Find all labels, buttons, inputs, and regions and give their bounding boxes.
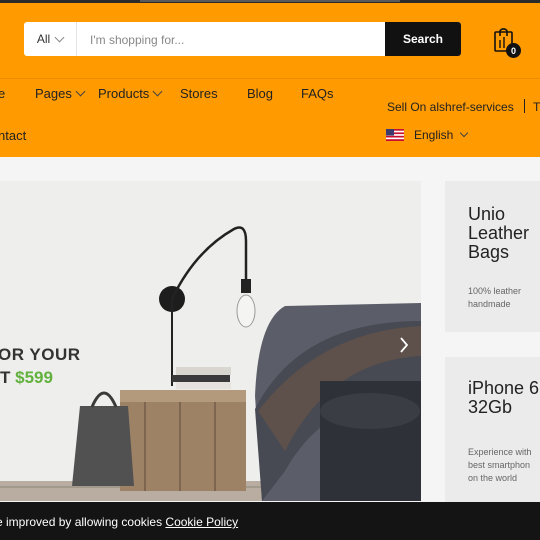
nav-item-partial[interactable]: e <box>0 86 5 101</box>
chevron-down-icon <box>460 128 469 138</box>
nav-item-blog[interactable]: Blog <box>247 86 273 101</box>
nav-item-label: Stores <box>180 86 218 101</box>
nav-item-label: Pages <box>35 86 72 101</box>
cookie-text: e improved by allowing cookies Cookie Po… <box>0 515 238 529</box>
nav-item-label: FAQs <box>301 86 334 101</box>
nav-item-stores[interactable]: Stores <box>180 86 218 101</box>
promo-card-iphone[interactable]: iPhone 6 32Gb Experience with best smart… <box>445 357 540 507</box>
nav-item-pages[interactable]: Pages <box>35 86 86 101</box>
banner-image <box>0 181 421 501</box>
partial-link[interactable]: T <box>533 100 540 114</box>
cookie-policy-link[interactable]: Cookie Policy <box>165 515 238 529</box>
chevron-down-icon <box>152 86 163 97</box>
promo-card-bags[interactable]: Unio Leather Bags 100% leather handmade <box>445 181 540 332</box>
link-separator <box>524 99 525 113</box>
chevron-down-icon <box>75 86 86 97</box>
search-button[interactable]: Search <box>385 22 461 56</box>
search-bar: All Search <box>24 22 461 56</box>
nav-item-products[interactable]: Products <box>98 86 163 101</box>
cookie-bar: e improved by allowing cookies Cookie Po… <box>0 502 540 540</box>
cookie-message: e improved by allowing cookies <box>0 515 166 529</box>
cart-button[interactable]: 0 <box>492 27 521 58</box>
nav-item-label: e <box>0 86 6 101</box>
search-input[interactable] <box>78 22 392 56</box>
chevron-down-icon <box>54 32 65 43</box>
card-subtitle: 100% leather handmade <box>468 286 522 309</box>
nav-item-label: Blog <box>247 86 274 101</box>
banner-price: $599 <box>15 368 53 387</box>
language-selector[interactable]: English <box>386 128 469 142</box>
card-title: Unio Leather Bags <box>468 204 530 262</box>
chevron-right-icon[interactable] <box>399 336 409 354</box>
language-label: English <box>414 128 454 142</box>
hero-banner[interactable] <box>0 181 421 501</box>
top-strip-segment <box>140 0 400 2</box>
nav-item-faqs[interactable]: FAQs <box>301 86 334 101</box>
card-subtitle: Experience with best smartphon on the wo… <box>468 447 532 483</box>
cart-count-badge: 0 <box>506 43 521 58</box>
us-flag-icon <box>386 129 404 141</box>
card-title: iPhone 6 32Gb <box>468 378 540 417</box>
banner-price-prefix: T <box>0 368 16 387</box>
header-divider <box>0 78 540 79</box>
nav-item-contact[interactable]: ntact <box>0 128 26 143</box>
banner-headline: OR YOUR <box>0 345 81 364</box>
nav-item-label: Products <box>98 86 150 101</box>
sell-link[interactable]: Sell On alshref-services <box>387 100 514 114</box>
category-label: All <box>36 32 51 46</box>
category-select[interactable]: All <box>24 22 77 56</box>
banner-price-line: T $599 <box>0 368 53 388</box>
